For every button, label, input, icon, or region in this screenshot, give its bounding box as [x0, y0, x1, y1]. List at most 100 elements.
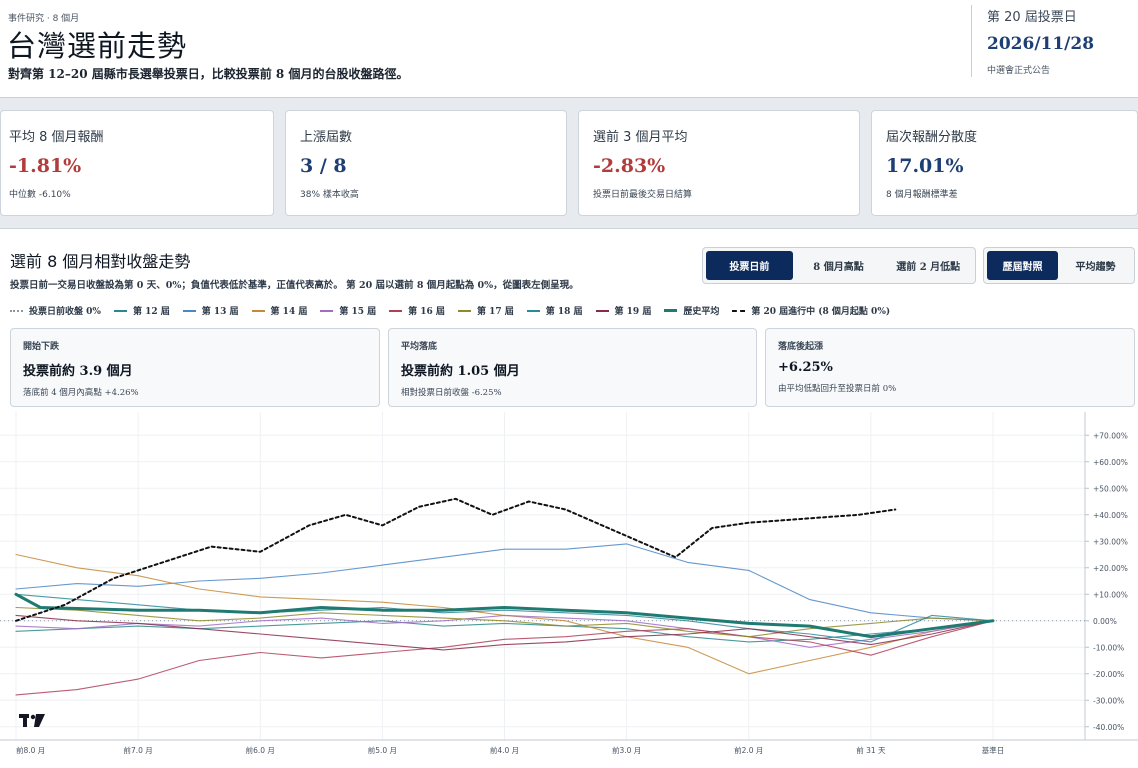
kpi-note: 38% 樣本收高	[300, 190, 359, 200]
info-card-note: 由平均低點回升至投票日前 0%	[778, 384, 897, 394]
kpi-value: -2.83%	[593, 155, 666, 177]
legend-item[interactable]: 第 19 屆	[595, 304, 652, 317]
legend-swatch	[182, 309, 196, 312]
kpi-label: 屆次報酬分散度	[886, 130, 978, 145]
anchor-button-8m-high[interactable]: 8 個月高點	[795, 251, 883, 280]
tradingview-logo-icon	[19, 714, 45, 727]
line-chart[interactable]: 前8.0 月 前7.0 月 前6.0 月 前5.0 月 前4.0 月 前3.0 月 前2.0…	[0, 412, 1138, 768]
y-tick-label: +40.00%	[1093, 511, 1128, 520]
info-card-label: 平均落底	[401, 342, 438, 352]
legend-label: 第 12 屆	[132, 307, 170, 317]
panel-title: 選前 8 個月相對收盤走勢	[10, 252, 191, 271]
y-tick-label: +30.00%	[1093, 537, 1128, 546]
x-tick-label: 前7.0 月	[123, 745, 152, 755]
legend-swatch	[664, 309, 678, 312]
legend-item[interactable]: 第 14 屆	[251, 304, 308, 317]
y-tick-label: 0.00%	[1093, 617, 1117, 626]
page-header: 事件研究 · 8 個月 台灣選前走勢 對齊第 12–20 屆縣市長選舉投票日，比…	[0, 0, 1138, 98]
kpi-card-avg-return: 平均 8 個月報酬 -1.81% 中位數 -6.10%	[0, 110, 274, 216]
kpi-value: 3 / 8	[300, 155, 347, 177]
legend-label: 第 14 屆	[270, 307, 308, 317]
legend-swatch	[732, 309, 746, 312]
y-tick-label: +10.00%	[1093, 590, 1128, 599]
y-tick-label: +20.00%	[1093, 564, 1128, 573]
legend-swatch	[10, 309, 23, 312]
info-card-note: 落底前 4 個月內高點 +4.26%	[23, 388, 139, 398]
info-card-rebound: 落底後起漲 +6.25% 由平均低點回升至投票日前 0%	[765, 328, 1135, 407]
legend-swatch	[389, 309, 403, 312]
info-card-label: 開始下跌	[23, 342, 60, 352]
info-card-label: 落底後起漲	[778, 342, 824, 352]
kpi-note: 8 個月報酬標準差	[886, 190, 958, 200]
legend-item[interactable]: 第 15 屆	[320, 304, 376, 317]
legend-item[interactable]: 投票日前收盤 0%	[10, 304, 101, 317]
legend-label: 第 18 屆	[545, 307, 583, 317]
x-tick-label: 前3.0 月	[612, 745, 641, 755]
kpi-label: 選前 3 個月平均	[593, 130, 688, 145]
legend-label: 第 17 屆	[476, 307, 514, 317]
legend-label: 第 16 屆	[408, 307, 445, 317]
election-label: 第 20 屆投票日	[987, 10, 1077, 25]
x-tick-label: 前6.0 月	[246, 745, 275, 755]
legend-label: 歷史平均	[683, 307, 720, 317]
x-tick-label: 前5.0 月	[368, 745, 397, 755]
legend-item[interactable]: 第 18 屆	[526, 304, 583, 317]
legend-item[interactable]: 歷史平均	[664, 304, 719, 317]
kpi-label: 平均 8 個月報酬	[9, 130, 104, 145]
x-tick-label: 前 31 天	[856, 745, 886, 755]
view-button-history[interactable]: 歷屆對照	[987, 251, 1058, 280]
kpi-label: 上漲屆數	[300, 130, 353, 145]
legend-item[interactable]: 第 12 屆	[113, 304, 170, 317]
anchor-button-2m-low[interactable]: 選前 2 月低點	[884, 251, 972, 280]
info-card-note: 相對投票日前收盤 -6.25%	[401, 388, 502, 398]
x-tick-label: 前2.0 月	[734, 745, 763, 755]
legend-item[interactable]: 第 20 屆進行中 (8 個月起點 0%)	[732, 304, 890, 317]
election-date: 2026/11/28	[987, 34, 1095, 54]
info-card-decline-start: 開始下跌 投票前約 3.9 個月 落底前 4 個月內高點 +4.26%	[10, 328, 380, 407]
legend-swatch	[595, 309, 609, 312]
legend-label: 第 19 屆	[614, 307, 652, 317]
y-tick-label: -20.00%	[1093, 670, 1124, 679]
kpi-row: 平均 8 個月報酬 -1.81% 中位數 -6.10% 上漲屆數 3 / 8 3…	[0, 110, 1138, 216]
info-card-avg-bottom: 平均落底 投票前約 1.05 個月 相對投票日前收盤 -6.25%	[388, 328, 757, 407]
election-date-box: 第 20 屆投票日 2026/11/28 中選會正式公告	[971, 5, 1138, 77]
y-tick-label: +70.00%	[1093, 431, 1128, 440]
page-title: 台灣選前走勢	[7, 29, 188, 63]
kpi-card-3m-avg: 選前 3 個月平均 -2.83% 投票日前最後交易日結算	[578, 110, 860, 216]
y-tick-label: +50.00%	[1093, 484, 1128, 493]
kpi-card-dispersion: 屆次報酬分散度 17.01% 8 個月報酬標準差	[871, 110, 1138, 216]
anchor-button-election-day[interactable]: 投票日前	[706, 251, 793, 280]
legend-swatch	[251, 309, 265, 312]
legend-label: 第 20 屆進行中 (8 個月起點 0%)	[751, 307, 891, 317]
legend-item[interactable]: 第 13 屆	[182, 304, 239, 317]
legend-item[interactable]: 第 17 屆	[457, 304, 514, 317]
x-tick-label: 前4.0 月	[490, 745, 519, 755]
y-tick-label: +60.00%	[1093, 458, 1128, 467]
legend-swatch	[457, 309, 471, 312]
legend-label: 第 15 屆	[339, 307, 377, 317]
x-tick-label: 前8.0 月	[16, 745, 45, 755]
legend-label: 第 13 屆	[201, 307, 239, 317]
y-tick-label: -10.00%	[1093, 643, 1124, 652]
legend-swatch	[320, 309, 334, 312]
legend-swatch	[526, 309, 540, 312]
legend-label: 投票日前收盤 0%	[29, 307, 101, 317]
chart-legend: 投票日前收盤 0% 第 12 屆 第 13 屆 第 14 屆 第 15 屆 第 16 屆 第…	[10, 304, 903, 317]
info-card-value: +6.25%	[778, 360, 833, 375]
legend-item[interactable]: 第 16 屆	[389, 304, 445, 317]
legend-swatch	[113, 309, 127, 312]
panel-description: 投票日前一交易日收盤設為第 0 天、0%；負值代表低於基準，正值代表高於。 第 …	[10, 280, 579, 291]
view-button-average[interactable]: 平均趨勢	[1060, 251, 1131, 280]
page-subtitle: 對齊第 12–20 屆縣市長選舉投票日，比較投票前 8 個月的台股收盤路徑。	[8, 67, 409, 81]
kpi-value: 17.01%	[886, 155, 964, 177]
y-tick-label: -40.00%	[1093, 723, 1124, 732]
kpi-note: 投票日前最後交易日結算	[593, 190, 693, 200]
info-card-value: 投票前約 3.9 個月	[23, 364, 133, 379]
series-line	[15, 497, 897, 622]
kpi-value: -1.81%	[9, 155, 82, 177]
anchor-toggle: 投票日前 8 個月高點 選前 2 月低點	[702, 247, 976, 284]
kpi-card-up-count: 上漲屆數 3 / 8 38% 樣本收高	[285, 110, 567, 216]
kpi-note: 中位數 -6.10%	[9, 190, 71, 200]
info-card-value: 投票前約 1.05 個月	[401, 364, 520, 379]
view-toggle: 歷屆對照 平均趨勢	[983, 247, 1135, 284]
